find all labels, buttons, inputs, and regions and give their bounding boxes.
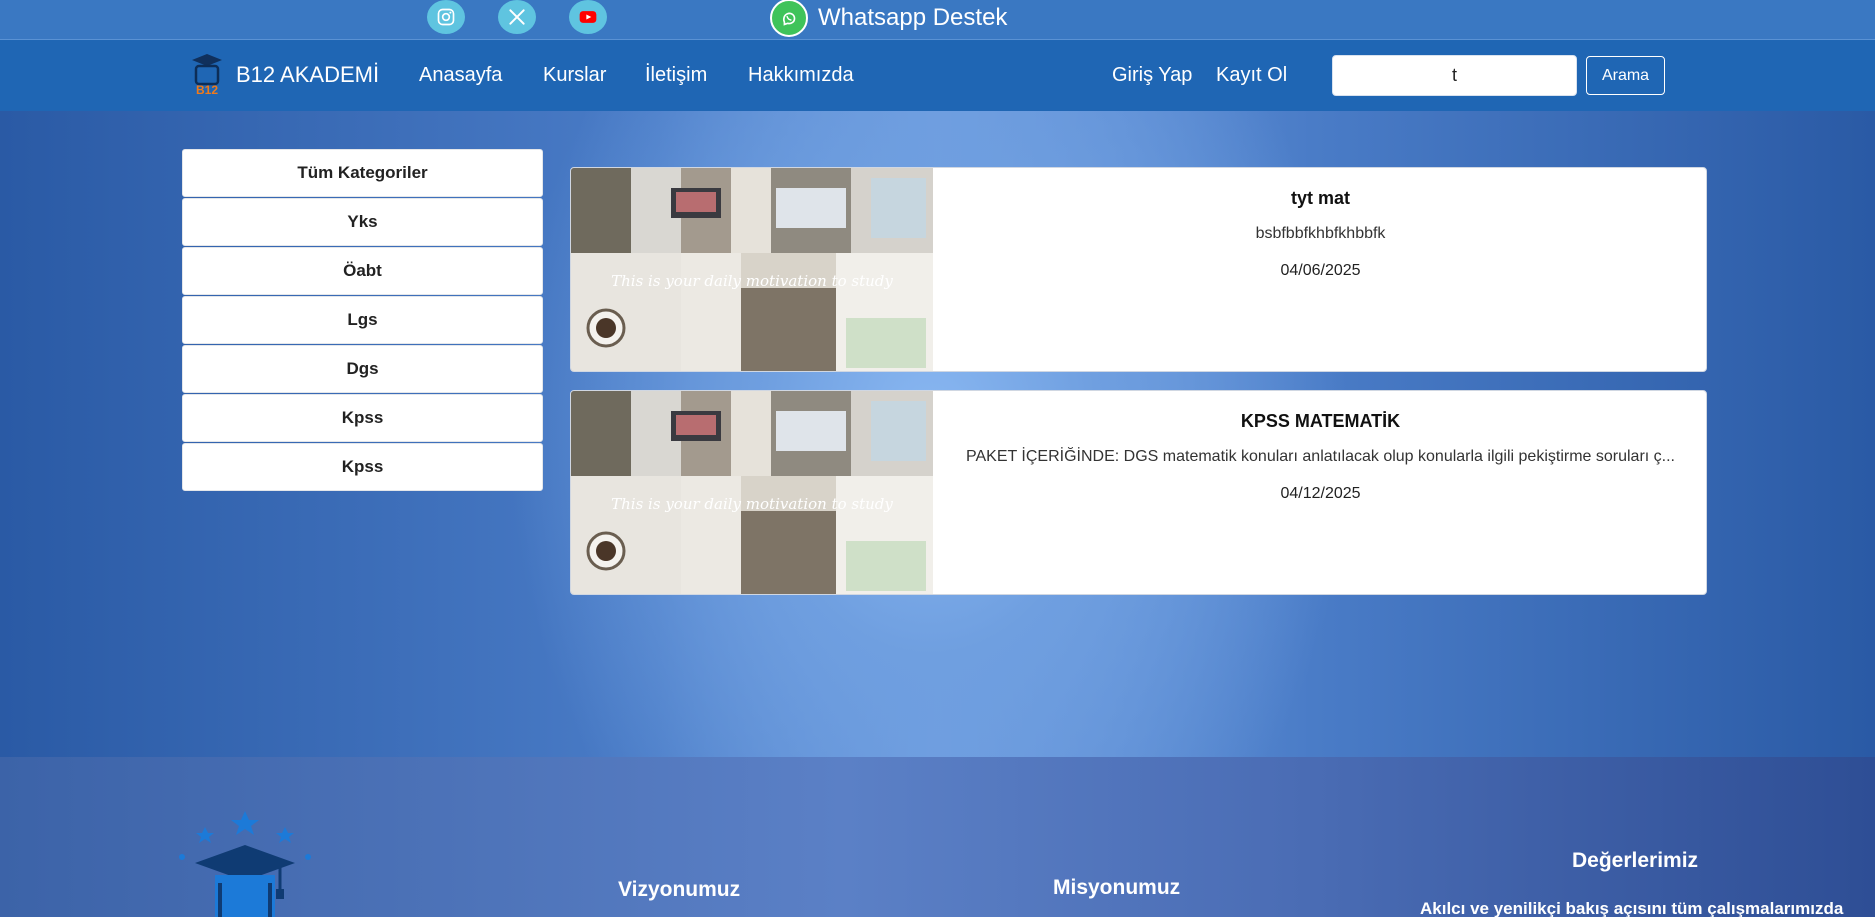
nav-link-home[interactable]: Anasayfa bbox=[419, 64, 502, 87]
top-bar: Whatsapp Destek bbox=[0, 0, 1875, 40]
x-twitter-link[interactable] bbox=[498, 0, 536, 34]
course-date: 04/12/2025 bbox=[1280, 485, 1361, 502]
category-item-dgs[interactable]: Dgs bbox=[182, 345, 543, 393]
course-date: 04/06/2025 bbox=[1280, 262, 1361, 279]
nav-link-contact[interactable]: İletişim bbox=[645, 64, 707, 87]
course-card[interactable]: This is your daily motivation to study K… bbox=[570, 390, 1707, 595]
youtube-link[interactable] bbox=[569, 0, 607, 34]
footer: Vizyonumuz Misyonumuz Değerlerimiz Akılc… bbox=[0, 757, 1875, 917]
course-title[interactable]: KPSS MATEMATİK bbox=[933, 411, 1706, 432]
course-description: PAKET İÇERİĞİNDE: DGS matematik konuları… bbox=[966, 448, 1675, 465]
whatsapp-support[interactable]: Whatsapp Destek bbox=[770, 0, 1008, 37]
navbar: B12 B12 AKADEMİ Anasayfa Kurslar İletişi… bbox=[0, 40, 1875, 111]
whatsapp-label: Whatsapp Destek bbox=[818, 4, 1008, 31]
course-thumbnail: This is your daily motivation to study bbox=[571, 391, 933, 594]
course-body: tyt mat bsbfbbfkhbfkhbbfk 04/06/2025 bbox=[933, 168, 1706, 371]
course-body: KPSS MATEMATİK PAKET İÇERİĞİNDE: DGS mat… bbox=[933, 391, 1706, 594]
category-item-lgs[interactable]: Lgs bbox=[182, 296, 543, 344]
course-description: bsbfbbfkhbfkhbbfk bbox=[1255, 225, 1386, 242]
course-title[interactable]: tyt mat bbox=[933, 188, 1706, 209]
category-list: Tüm Kategoriler Yks Öabt Lgs Dgs Kpss Kp… bbox=[182, 149, 543, 492]
course-card[interactable]: This is your daily motivation to study t… bbox=[570, 167, 1707, 372]
category-item-kpss-2[interactable]: Kpss bbox=[182, 443, 543, 491]
main-content: Tüm Kategoriler Yks Öabt Lgs Dgs Kpss Kp… bbox=[0, 111, 1875, 757]
nav-link-courses[interactable]: Kurslar bbox=[543, 64, 606, 87]
category-item-oabt[interactable]: Öabt bbox=[182, 247, 543, 295]
brand-name: B12 AKADEMİ bbox=[236, 62, 380, 87]
brand-logo-icon: B12 bbox=[192, 54, 222, 97]
graduation-cap-logo-icon bbox=[179, 811, 311, 917]
svg-text:This is your daily motivation: This is your daily motivation to study bbox=[611, 272, 893, 290]
youtube-icon bbox=[579, 11, 597, 23]
search-input[interactable] bbox=[1332, 55, 1577, 96]
register-link[interactable]: Kayıt Ol bbox=[1216, 64, 1287, 87]
nav-link-about[interactable]: Hakkımızda bbox=[748, 64, 854, 87]
instagram-link[interactable] bbox=[427, 0, 465, 34]
search-button[interactable]: Arama bbox=[1586, 56, 1665, 95]
footer-vision-heading: Vizyonumuz bbox=[618, 878, 741, 901]
footer-mission-heading: Misyonumuz bbox=[1053, 876, 1181, 899]
footer-values-heading: Değerlerimiz bbox=[1572, 849, 1699, 872]
brand-home-link[interactable]: B12 B12 AKADEMİ bbox=[190, 52, 379, 98]
course-thumbnail: This is your daily motivation to study bbox=[571, 168, 933, 371]
instagram-icon bbox=[437, 8, 455, 26]
footer-values-text: Akılcı ve yenilikçi bakış açısını tüm ça… bbox=[1420, 899, 1844, 917]
category-item-kpss[interactable]: Kpss bbox=[182, 394, 543, 442]
svg-text:B12: B12 bbox=[196, 83, 218, 97]
whatsapp-icon bbox=[770, 0, 808, 37]
svg-text:This is your daily motivation: This is your daily motivation to study bbox=[611, 495, 893, 513]
login-link[interactable]: Giriş Yap bbox=[1112, 64, 1192, 87]
category-item-yks[interactable]: Yks bbox=[182, 198, 543, 246]
category-item-all[interactable]: Tüm Kategoriler bbox=[182, 149, 543, 197]
x-twitter-icon bbox=[509, 9, 525, 25]
